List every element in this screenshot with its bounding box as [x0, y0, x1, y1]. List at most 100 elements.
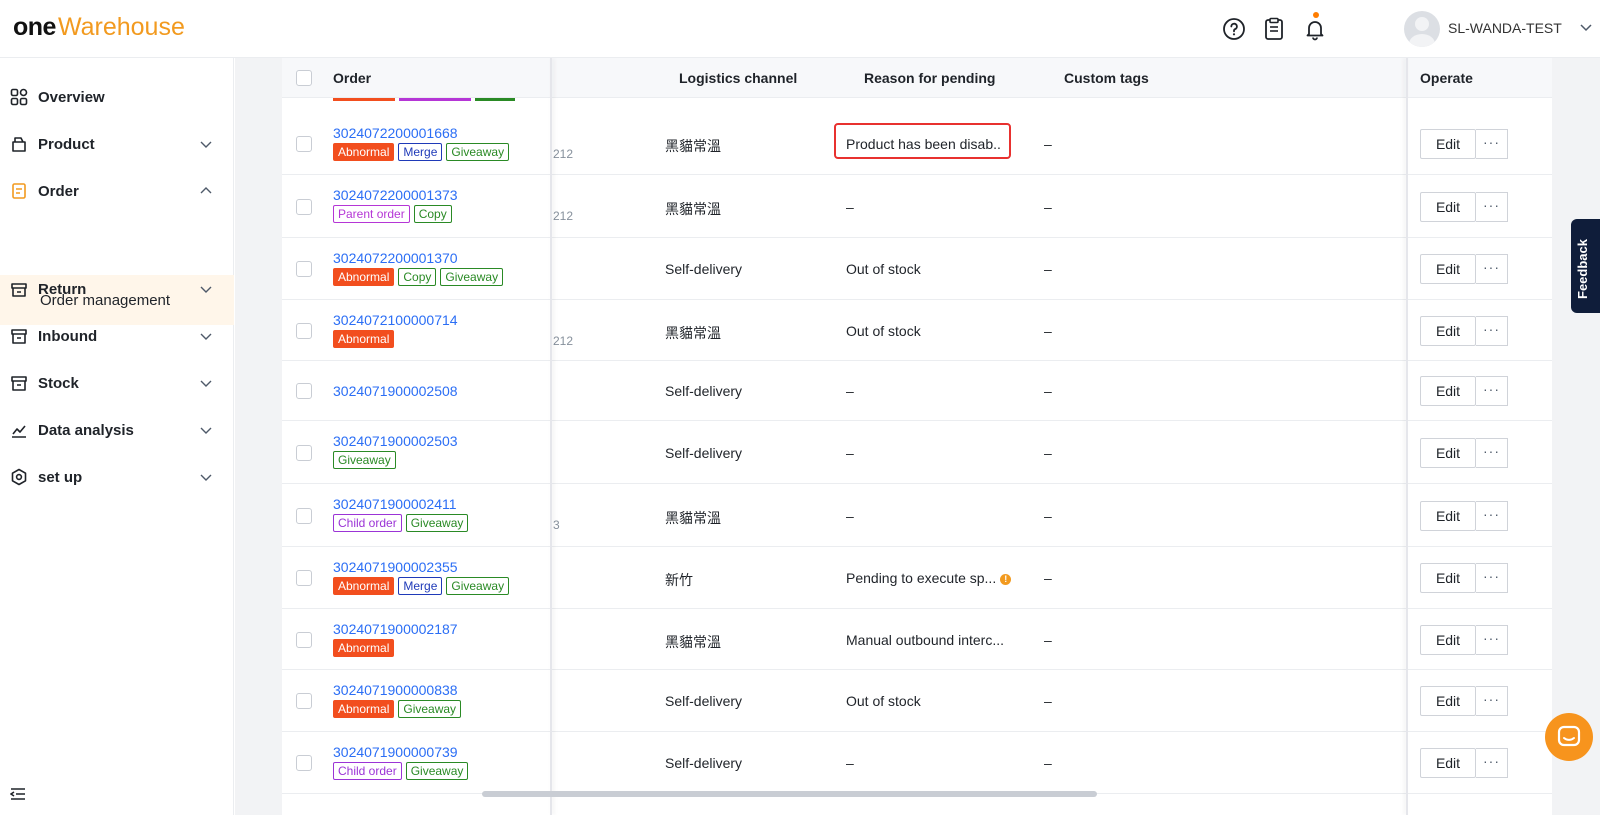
more-actions-button[interactable]: ···: [1476, 129, 1508, 159]
sidebar-item-set-up[interactable]: set up: [0, 453, 234, 501]
more-actions-button[interactable]: ···: [1476, 686, 1508, 716]
reason-cell: –: [846, 383, 854, 399]
edit-button[interactable]: Edit: [1420, 254, 1476, 284]
more-actions-button[interactable]: ···: [1476, 376, 1508, 406]
edit-button[interactable]: Edit: [1420, 376, 1476, 406]
truncated-cell-fragment: 3: [553, 518, 560, 532]
order-id-link[interactable]: 3024071900002187: [333, 621, 458, 637]
order-tag: Giveaway: [333, 451, 396, 469]
sidebar-item-overview[interactable]: Overview: [0, 73, 234, 121]
reason-text: –: [846, 383, 854, 399]
row-checkbox[interactable]: [296, 199, 312, 215]
row-checkbox[interactable]: [296, 445, 312, 461]
order-tag: Abnormal: [333, 577, 395, 595]
sidebar-item-inbound[interactable]: Inbound: [0, 312, 234, 360]
row-checkbox[interactable]: [296, 508, 312, 524]
order-id-link[interactable]: 3024071900002411: [333, 496, 457, 512]
order-id-link[interactable]: 3024071900002508: [333, 383, 458, 399]
order-tag: Merge: [398, 577, 443, 595]
more-actions-button[interactable]: ···: [1476, 316, 1508, 346]
more-actions-button[interactable]: ···: [1476, 625, 1508, 655]
reason-cell: Out of stock: [846, 261, 921, 277]
horizontal-scrollbar[interactable]: [482, 791, 1097, 797]
sidebar-item-order[interactable]: Order: [0, 167, 234, 215]
more-actions-button[interactable]: ···: [1476, 501, 1508, 531]
feedback-tab[interactable]: Feedback: [1571, 219, 1600, 313]
row-checkbox[interactable]: [296, 632, 312, 648]
reason-text: Manual outbound interc...: [846, 632, 1004, 648]
order-tag: Giveaway: [405, 514, 469, 532]
row-checkbox[interactable]: [296, 323, 312, 339]
table-row: 3024071900000838 Abnormal Giveaway Self-del…: [282, 670, 1552, 732]
order-id-link[interactable]: 3024071900000739: [333, 744, 458, 760]
order-id-link[interactable]: 3024072200001370: [333, 250, 458, 266]
table-header: Order Logistics channel Reason for pendi…: [282, 58, 1552, 98]
fixed-column-divider-left: [550, 58, 552, 815]
chat-button[interactable]: [1545, 713, 1593, 761]
order-tag: Giveaway: [405, 762, 469, 780]
order-tag: Abnormal: [333, 268, 395, 286]
row-checkbox[interactable]: [296, 693, 312, 709]
more-actions-button[interactable]: ···: [1476, 192, 1508, 222]
more-actions-button[interactable]: ···: [1476, 748, 1508, 778]
edit-button[interactable]: Edit: [1420, 686, 1476, 716]
logistics-channel-cell: 黑貓常溫: [665, 510, 721, 526]
chevron-down-icon: [200, 286, 212, 293]
truncated-cell-fragment: 212: [553, 209, 574, 223]
table-row: 3024072200001370 Abnormal Copy Giveaway Self…: [282, 238, 1552, 300]
edit-button[interactable]: Edit: [1420, 129, 1476, 159]
edit-button[interactable]: Edit: [1420, 438, 1476, 468]
edit-button[interactable]: Edit: [1420, 748, 1476, 778]
order-tag: Giveaway: [440, 268, 504, 286]
sidebar-item-data-analysis[interactable]: Data analysis: [0, 406, 234, 454]
more-actions-button[interactable]: ···: [1476, 254, 1508, 284]
reason-text: Out of stock: [846, 693, 921, 709]
order-id-link[interactable]: 3024071900002355: [333, 559, 458, 575]
order-id-link[interactable]: 3024072200001668: [333, 125, 458, 141]
warning-icon[interactable]: !: [1000, 574, 1012, 585]
sidebar-item-product[interactable]: Product: [0, 120, 234, 168]
clipboard-icon[interactable]: [1262, 17, 1286, 41]
table-row: 3024071900002508 Self-delivery – – Edit ···: [282, 361, 1552, 421]
help-circle-icon[interactable]: [1222, 17, 1246, 41]
order-tag: Parent order: [333, 205, 410, 223]
order-id-link[interactable]: 3024072200001373: [333, 187, 458, 203]
edit-button[interactable]: Edit: [1420, 192, 1476, 222]
highlight-box: [834, 123, 1011, 159]
sidebar-item-stock[interactable]: Stock: [0, 359, 234, 407]
table-row: 3024071900000739 Child order Giveaway Self-…: [282, 732, 1552, 794]
edit-button[interactable]: Edit: [1420, 563, 1476, 593]
chevron-down-icon[interactable]: [1580, 22, 1592, 32]
chart-icon: [12, 425, 26, 438]
edit-button[interactable]: Edit: [1420, 625, 1476, 655]
order-id-link[interactable]: 3024072100000714: [333, 312, 458, 328]
bell-icon[interactable]: [1303, 17, 1327, 41]
brand-logo[interactable]: oneWarehouse: [13, 12, 185, 42]
avatar[interactable]: [1404, 11, 1440, 47]
row-checkbox[interactable]: [296, 383, 312, 399]
more-actions-button[interactable]: ···: [1476, 563, 1508, 593]
order-tag: Giveaway: [446, 577, 510, 595]
product-icon: [12, 137, 26, 152]
chevron-down-icon: [200, 427, 212, 434]
row-checkbox[interactable]: [296, 570, 312, 586]
more-actions-button[interactable]: ···: [1476, 438, 1508, 468]
sidebar-item-label: set up: [38, 468, 83, 486]
fixed-column-divider-right: [1406, 58, 1408, 815]
order-id-link[interactable]: 3024071900002503: [333, 433, 458, 449]
logistics-channel-cell: 黑貓常溫: [665, 201, 721, 217]
order-tags: Abnormal: [333, 639, 395, 657]
reason-cell: Out of stock: [846, 693, 921, 709]
row-checkbox[interactable]: [296, 755, 312, 771]
order-id-link[interactable]: 3024071900000838: [333, 682, 458, 698]
edit-button[interactable]: Edit: [1420, 316, 1476, 346]
edit-button[interactable]: Edit: [1420, 501, 1476, 531]
select-all-checkbox[interactable]: [296, 70, 312, 86]
order-tags: Child order Giveaway: [333, 762, 469, 780]
row-checkbox[interactable]: [296, 261, 312, 277]
row-checkbox[interactable]: [296, 136, 312, 152]
username[interactable]: SL-WANDA-TEST: [1448, 20, 1562, 36]
logistics-channel-cell: 新竹: [665, 572, 693, 588]
sidebar-item-return[interactable]: Return: [0, 265, 234, 313]
collapse-menu-icon[interactable]: [10, 787, 26, 801]
